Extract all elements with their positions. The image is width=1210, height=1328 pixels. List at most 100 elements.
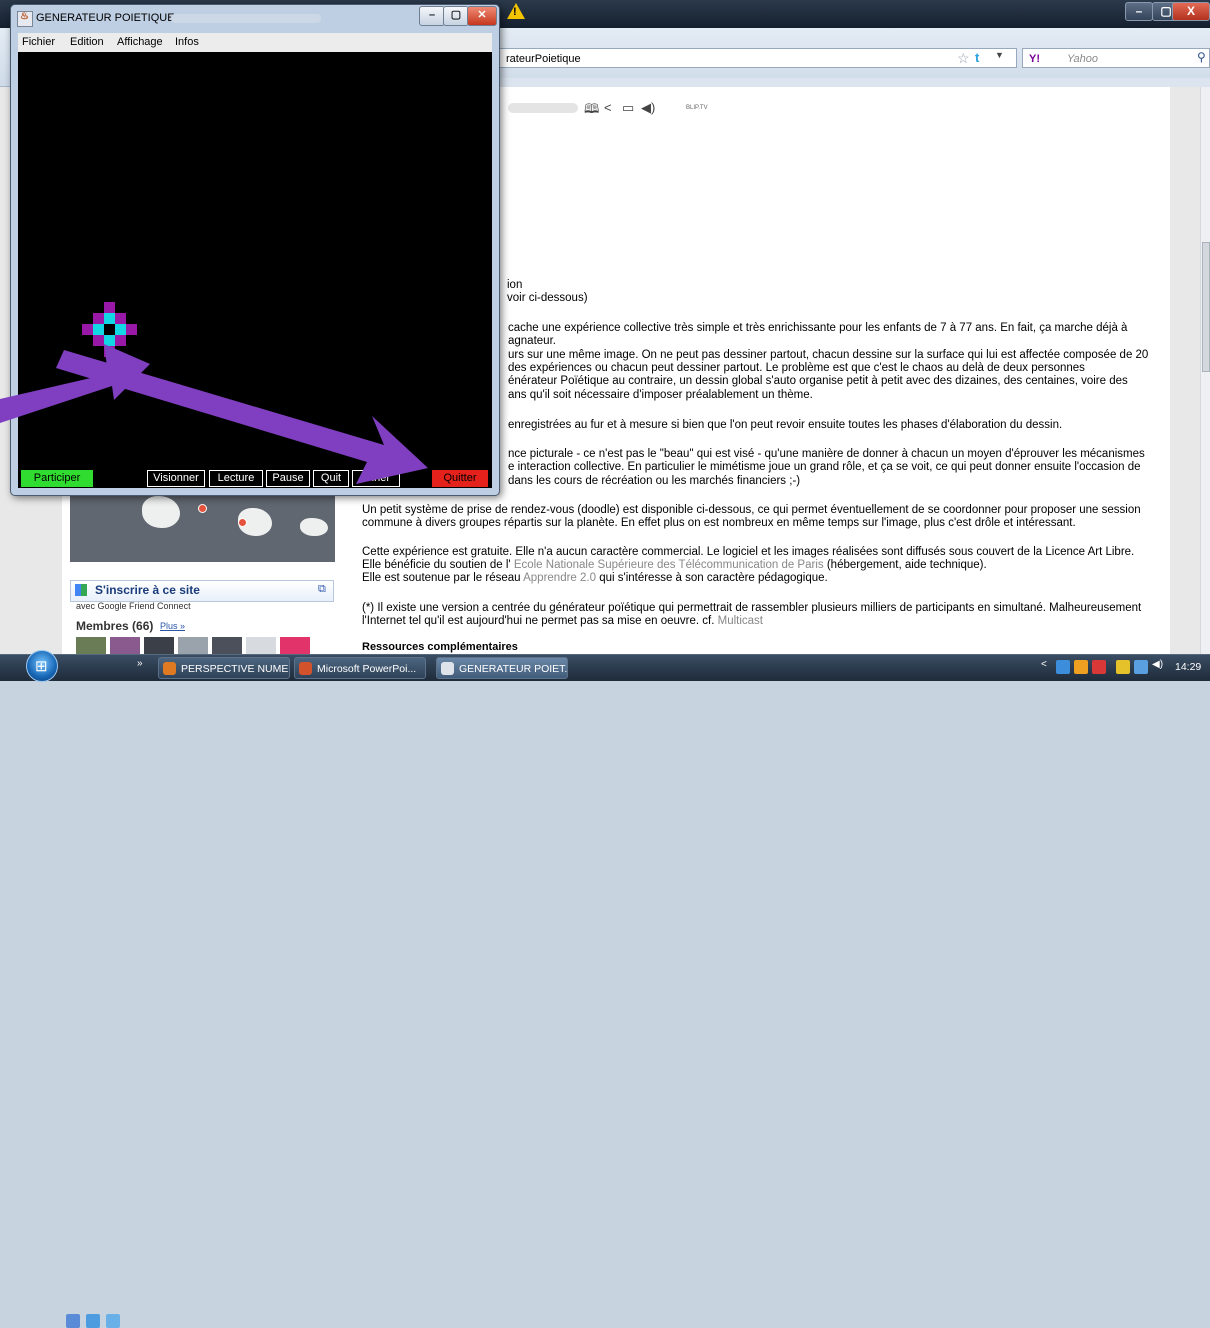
volume-icon[interactable]: ◀)	[1152, 659, 1163, 670]
pixel-cell	[104, 335, 115, 346]
maximize-button[interactable]: ▢	[443, 6, 469, 26]
chevron-down-icon[interactable]: ▼	[995, 50, 1004, 60]
volume-icon[interactable]: ◀)	[641, 100, 655, 116]
menu-fichier[interactable]: Fichier	[22, 36, 55, 48]
tray-icon[interactable]	[1092, 660, 1106, 674]
start-button[interactable]: ⊞	[26, 650, 58, 682]
tray-icon[interactable]	[1056, 660, 1070, 674]
menubar: Fichier Edition Affichage Infos	[18, 33, 492, 52]
quicklaunch-chevron[interactable]: »	[137, 658, 143, 669]
pause-button[interactable]: Pause	[266, 470, 310, 487]
section-heading: Ressources complémentaires	[362, 641, 518, 653]
gfc-subtitle: avec Google Friend Connect	[76, 601, 191, 611]
network-icon[interactable]	[1134, 660, 1148, 674]
warning-icon: !	[507, 3, 525, 19]
search-icon[interactable]: ⚲	[1197, 50, 1206, 64]
paragraph-line: dans les cours de récréation ou les marc…	[508, 475, 801, 487]
pixel-cell	[115, 313, 126, 324]
address-bar[interactable]: rateurPoietique	[495, 48, 1017, 68]
world-map[interactable]	[70, 490, 335, 562]
taskbar: » PERSPECTIVE NUME... Microsoft PowerPoi…	[0, 654, 1210, 1328]
join-site-label: S'inscrire à ce site	[95, 583, 200, 597]
popout-icon[interactable]: ⧉	[318, 583, 326, 596]
share-icon[interactable]: <	[604, 100, 612, 115]
task-firefox[interactable]: PERSPECTIVE NUME...	[158, 657, 290, 679]
search-input[interactable]: Y! Yahoo	[1022, 48, 1210, 68]
text-run: qui s'intéresse à son caractère pédagogi…	[599, 572, 828, 584]
join-site-button[interactable]: S'inscrire à ce site	[70, 580, 334, 602]
paragraph-line: (*) Il existe une version a centrée du g…	[362, 602, 1142, 614]
show-desktop-icon[interactable]	[66, 1314, 80, 1328]
pixel-cell	[104, 346, 115, 357]
close-button[interactable]: ✕	[467, 6, 497, 26]
avatar[interactable]	[280, 637, 310, 655]
firefox-icon	[163, 662, 176, 675]
browser-close-button[interactable]: X	[1172, 2, 1210, 21]
avatar[interactable]	[76, 637, 106, 655]
paragraph-line: urs sur une même image. On ne peut pas d…	[508, 349, 1149, 361]
lecture-button[interactable]: Lecture	[209, 470, 263, 487]
task-label: PERSPECTIVE NUME...	[181, 663, 290, 675]
visionner-button[interactable]: Visionner	[147, 470, 205, 487]
menu-infos[interactable]: Infos	[175, 36, 199, 48]
quicklaunch-icon[interactable]	[86, 1314, 100, 1328]
pixel-cell	[93, 335, 104, 346]
vertical-scrollbar[interactable]	[1200, 87, 1210, 654]
paragraph-line: commune à divers groupes répartis sur la…	[362, 517, 1076, 529]
java-icon	[441, 662, 454, 675]
map-landmass	[142, 496, 180, 528]
avatar[interactable]	[178, 637, 208, 655]
drawing-canvas[interactable]: Participer Visionner Lecture Pause Quit …	[18, 52, 492, 488]
paragraph-line: énérateur Poïétique au contraire, un des…	[508, 375, 1128, 387]
window-titlebar[interactable]: ♨ GENERATEUR POIETIQUE – ▢ ✕	[11, 5, 499, 33]
browser-minimize-button[interactable]: –	[1125, 2, 1153, 21]
text-fragment: ion	[507, 279, 523, 291]
tray-expand-icon[interactable]: <	[1041, 659, 1047, 670]
minimize-button[interactable]: –	[419, 6, 445, 26]
yahoo-logo: Y!	[1029, 53, 1040, 65]
bookmark-star-icon[interactable]: ☆	[957, 50, 970, 67]
task-label: GENERATEUR POIET...	[459, 663, 568, 675]
screen-icon[interactable]: ▭	[622, 100, 634, 116]
ensta-link[interactable]: Ecole Nationale Supérieure des Télécommu…	[514, 559, 824, 571]
multicast-link[interactable]: Multicast	[718, 615, 763, 627]
generateur-poietique-window: ♨ GENERATEUR POIETIQUE – ▢ ✕ Fichier Edi…	[10, 4, 500, 496]
map-marker-icon[interactable]	[238, 518, 247, 527]
text-run: l'Internet tel qu'il est aujourd'hui ne …	[362, 615, 715, 627]
members-heading: Membres (66)	[76, 619, 154, 633]
members-more-link[interactable]: Plus »	[160, 621, 185, 631]
task-label: Microsoft PowerPoi...	[317, 663, 417, 675]
quitter-button[interactable]: Quitter	[432, 470, 488, 487]
task-generateur[interactable]: GENERATEUR POIET...	[436, 657, 568, 679]
clock[interactable]: 14:29	[1175, 661, 1201, 673]
text-run: (hébergement, aide technique).	[826, 559, 987, 571]
avatar[interactable]	[246, 637, 276, 655]
avatar[interactable]	[144, 637, 174, 655]
book-icon[interactable]: 🕮	[584, 100, 599, 122]
paragraph-line: Cette expérience est gratuite. Elle n'a …	[362, 546, 1135, 558]
avatar[interactable]	[212, 637, 242, 655]
paragraph-line: agnateur.	[508, 335, 556, 347]
quit-button[interactable]: Quit	[313, 470, 349, 487]
map-marker-icon[interactable]	[198, 504, 207, 513]
pixel-cell	[104, 324, 115, 335]
video-progress-bar[interactable]	[508, 103, 578, 113]
paragraph-line: ans qu'il soit nécessaire d'imposer préa…	[508, 389, 813, 401]
twitter-icon[interactable]: t	[975, 50, 979, 65]
apprendre-link[interactable]: Apprendre 2.0	[523, 572, 596, 584]
menu-edition[interactable]: Edition	[70, 36, 104, 48]
participer-button[interactable]: Participer	[21, 470, 93, 487]
powerpoint-icon	[299, 662, 312, 675]
title-glare	[171, 14, 321, 23]
tray-icon[interactable]	[1116, 660, 1130, 674]
visionner-partial-button[interactable]: onner	[352, 470, 400, 487]
tray-icon[interactable]	[1074, 660, 1088, 674]
pixel-cell	[126, 324, 137, 335]
menu-affichage[interactable]: Affichage	[117, 36, 163, 48]
quicklaunch-icon[interactable]	[106, 1314, 120, 1328]
scroll-thumb[interactable]	[1202, 242, 1210, 372]
task-powerpoint[interactable]: Microsoft PowerPoi...	[294, 657, 426, 679]
text-run: Elle bénéficie du soutien de l'	[362, 559, 511, 571]
avatar[interactable]	[110, 637, 140, 655]
pixel-cell	[82, 324, 93, 335]
